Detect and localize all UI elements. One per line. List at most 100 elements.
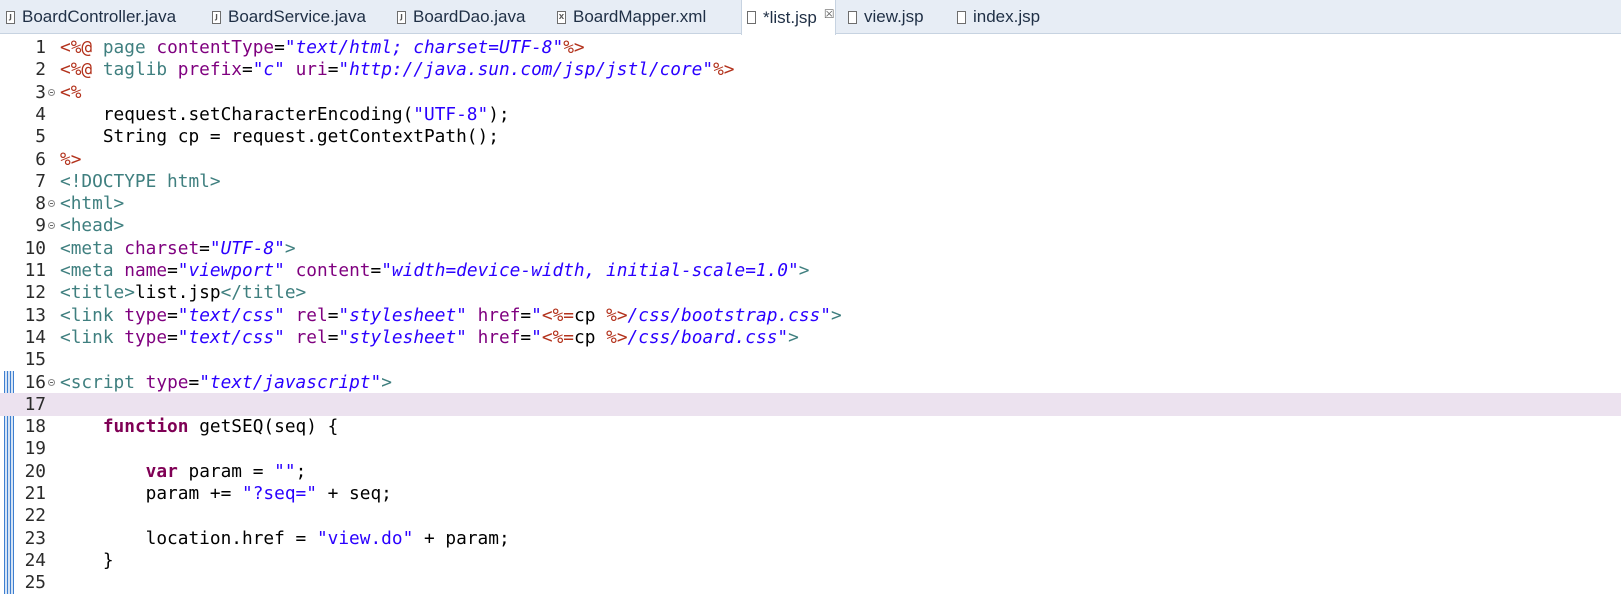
jsp-file-icon [848, 10, 857, 24]
tab-index-jsp[interactable]: index.jsp [957, 0, 1040, 34]
code-token: rel [295, 304, 328, 326]
line-number: 9 [35, 215, 46, 237]
code-token: = [167, 326, 178, 348]
line-number: 17 [24, 393, 46, 415]
java-file-icon: J [212, 10, 221, 24]
code-line[interactable]: 15 [0, 348, 1621, 371]
line-number: 20 [24, 460, 46, 482]
code-line[interactable]: 11 <meta name="viewport" content="width=d… [0, 259, 1621, 282]
code-token: <html> [60, 193, 125, 215]
code-token: param = [177, 460, 275, 482]
code-text: <link type="text/css" rel="stylesheet" h… [60, 304, 842, 327]
code-token: > [284, 237, 296, 259]
code-token: %> [563, 37, 585, 58]
code-token: function [102, 416, 189, 438]
code-token: <% [60, 81, 82, 103]
jsp-file-icon [747, 11, 756, 24]
tab-list-jsp[interactable]: *list.jsp ☒ [741, 0, 836, 35]
code-token: = [188, 371, 200, 393]
line-number: 8 [35, 193, 46, 215]
code-text: <meta name="viewport" content="width=dev… [60, 259, 809, 282]
fold-toggle-icon[interactable] [48, 200, 55, 208]
code-token: /css/board.css" [627, 326, 789, 348]
code-line[interactable]: 4 request.setCharacterEncoding("UTF-8"); [0, 103, 1621, 126]
code-token: charset [124, 237, 200, 259]
code-line[interactable]: 19 [0, 437, 1621, 460]
code-token: type [124, 304, 168, 326]
code-token: </title> [220, 282, 307, 304]
code-token: <link [60, 326, 125, 348]
code-token: "stylesheet" [338, 326, 467, 348]
code-text: <%@ page contentType="text/html; charset… [60, 36, 585, 59]
code-token: type [145, 371, 189, 393]
code-token: = [327, 304, 339, 326]
fold-toggle-icon[interactable] [48, 378, 55, 386]
code-line[interactable]: 21 param += "?seq=" + seq; [0, 482, 1621, 505]
code-token: = [327, 326, 339, 348]
tab-label: *list.jsp [763, 7, 817, 27]
code-token: <script [60, 371, 146, 393]
tab-boardmapper-xml[interactable]: X BoardMapper.xml [557, 0, 706, 34]
code-line[interactable]: 7 <!DOCTYPE html> [0, 170, 1621, 193]
code-text: } [60, 549, 114, 572]
code-token: "text/javascript" [199, 371, 382, 393]
tab-boardservice-java[interactable]: J BoardService.java [212, 0, 366, 34]
code-token: = [167, 304, 178, 326]
code-token: rel [295, 326, 328, 348]
code-token: href [477, 304, 521, 326]
code-line[interactable]: 24 } [0, 549, 1621, 572]
code-line[interactable]: 8 <html> [0, 192, 1621, 215]
code-token: > [798, 260, 810, 281]
code-line[interactable]: 18 function getSEQ(seq) { [0, 415, 1621, 438]
code-line[interactable]: 12 <title>list.jsp</title> [0, 281, 1621, 304]
code-token: ; [295, 460, 307, 482]
code-line[interactable]: 6 %> [0, 148, 1621, 171]
code-token: "?seq=" [242, 483, 317, 504]
code-line[interactable]: 22 [0, 504, 1621, 527]
code-token: ); [488, 103, 510, 125]
code-token: " [531, 304, 542, 326]
code-line[interactable]: 2 <%@ taglib prefix="c" uri="http://java.… [0, 58, 1621, 81]
tab-view-jsp[interactable]: view.jsp [848, 0, 924, 34]
code-text: var param = ""; [60, 460, 307, 483]
code-line[interactable]: 23 location.href = "view.do" + param; [0, 527, 1621, 550]
code-token: = [167, 260, 178, 281]
tab-boarddao-java[interactable]: J BoardDao.java [397, 0, 525, 34]
fold-toggle-icon[interactable] [48, 88, 55, 96]
code-line[interactable]: 17 [0, 392, 1621, 416]
code-line[interactable]: 9 <head> [0, 214, 1621, 237]
tab-boardcontroller-java[interactable]: J BoardController.java [6, 0, 176, 34]
code-token: = [327, 59, 339, 81]
code-line[interactable]: 3 <% [0, 81, 1621, 104]
code-line[interactable]: 1 <%@ page contentType="text/html; charse… [0, 36, 1621, 59]
code-token: "width=device-width, initial-scale=1.0" [381, 260, 799, 281]
code-token: "UTF-8" [413, 103, 489, 125]
code-line[interactable]: 20 var param = ""; [0, 460, 1621, 483]
line-number: 14 [24, 326, 46, 348]
code-token: page [102, 37, 157, 58]
code-line[interactable]: 25 [0, 571, 1621, 594]
code-line[interactable]: 5 String cp = request.getContextPath(); [0, 125, 1621, 148]
fold-toggle-icon[interactable] [48, 222, 55, 230]
code-token: " [531, 326, 542, 348]
close-tab-icon[interactable]: ☒ [824, 7, 835, 21]
code-token: /css/bootstrap.css" [627, 304, 831, 326]
line-number: 10 [24, 237, 46, 259]
code-line[interactable]: 16 <script type="text/javascript"> [0, 371, 1621, 394]
code-line[interactable]: 10 <meta charset="UTF-8"> [0, 237, 1621, 260]
code-token: > [830, 304, 842, 326]
java-file-icon: J [397, 10, 406, 24]
code-line[interactable]: 14 <link type="text/css" rel="stylesheet"… [0, 326, 1621, 349]
line-number: 22 [24, 505, 46, 527]
code-line[interactable]: 13 <link type="text/css" rel="stylesheet"… [0, 304, 1621, 327]
code-editor[interactable]: 1 <%@ page contentType="text/html; charse… [0, 35, 1621, 600]
code-token: getSEQ(seq) { [188, 416, 339, 438]
code-token: %> [60, 148, 82, 170]
line-number: 19 [24, 438, 46, 460]
code-token: prefix [177, 59, 242, 81]
line-number: 18 [24, 416, 46, 438]
